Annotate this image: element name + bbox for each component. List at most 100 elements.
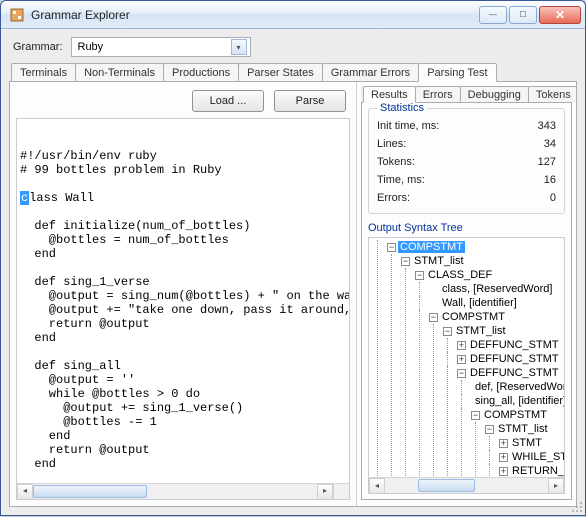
tree-label[interactable]: STMT (510, 437, 544, 449)
tree-label[interactable]: WHILE_STMT (510, 451, 565, 463)
titlebar[interactable]: Grammar Explorer — ☐ ✕ (1, 1, 585, 29)
code-editor[interactable]: #!/usr/bin/env ruby# 99 bottles problem … (16, 118, 350, 500)
expand-icon[interactable]: − (415, 271, 424, 280)
tab-errors[interactable]: Errors (415, 86, 461, 102)
tab-terminals[interactable]: Terminals (11, 63, 76, 81)
tree-label[interactable]: COMPSTMT (482, 409, 549, 421)
tree-node[interactable]: sing_all, [identifier] (457, 394, 562, 408)
scroll-left-icon[interactable]: ◂ (17, 484, 33, 500)
tree-node[interactable]: −COMPSTMT−STMT_list+DEFFUNC_STMT+DEFFUNC… (415, 310, 562, 494)
tab-debugging[interactable]: Debugging (460, 86, 529, 102)
tree-node[interactable]: −COMPSTMT−STMT_list−CLASS_DEFclass, [Res… (373, 240, 562, 494)
expand-icon[interactable]: − (401, 257, 410, 266)
tree-label[interactable]: DEFFUNC_STMT (468, 353, 561, 365)
tree-node[interactable]: −STMT_list+STMT+WHILE_STMT+RETURN_STMT (471, 422, 562, 478)
tab-parser-states[interactable]: Parser States (238, 63, 323, 81)
resize-grip-icon[interactable] (570, 500, 584, 514)
close-button[interactable]: ✕ (539, 6, 581, 24)
minimize-button[interactable]: — (479, 6, 507, 24)
expand-icon[interactable]: + (499, 439, 508, 448)
scroll-corner (333, 483, 349, 499)
tree-node[interactable]: +WHILE_STMT (485, 450, 562, 464)
stat-row: Init time, ms:343 (377, 117, 556, 135)
expand-icon[interactable]: + (499, 467, 508, 476)
tree-node[interactable]: Wall, [identifier] (415, 296, 562, 310)
left-pane: Load ... Parse #!/usr/bin/env ruby# 99 b… (10, 82, 356, 506)
stat-row: Time, ms:16 (377, 171, 556, 189)
expand-icon[interactable]: − (471, 411, 480, 420)
tree-label[interactable]: DEFFUNC_STMT (468, 367, 561, 379)
stat-value: 343 (538, 120, 556, 132)
tab-tokens[interactable]: Tokens (528, 86, 576, 102)
scroll-track[interactable] (385, 478, 548, 494)
expand-icon[interactable]: − (457, 369, 466, 378)
tree-node[interactable]: −STMT_list+DEFFUNC_STMT+DEFFUNC_STMT−DEF… (429, 324, 562, 494)
tab-productions[interactable]: Productions (163, 63, 239, 81)
tree-node[interactable]: −CLASS_DEFclass, [ReservedWord]Wall, [id… (401, 268, 562, 494)
tree-label[interactable]: STMT_list (412, 255, 466, 267)
tree-node[interactable]: −STMT_list−CLASS_DEFclass, [ReservedWord… (387, 254, 562, 494)
maximize-button[interactable]: ☐ (509, 6, 537, 24)
expand-icon[interactable]: − (485, 425, 494, 434)
grammar-select[interactable]: Ruby ▾ (71, 37, 251, 57)
grammar-row: Grammar: Ruby ▾ (9, 35, 577, 63)
grammar-value: Ruby (78, 41, 104, 53)
content-area: Grammar: Ruby ▾ TerminalsNon-TerminalsPr… (1, 29, 585, 515)
tab-grammar-errors[interactable]: Grammar Errors (322, 63, 419, 81)
tree-scrollbar[interactable]: ◂ ▸ (369, 477, 564, 493)
expand-icon[interactable]: − (443, 327, 452, 336)
tree-node[interactable]: +DEFFUNC_STMT (443, 352, 562, 366)
stat-value: 0 (550, 192, 556, 204)
tree-node[interactable]: +DEFFUNC_STMT (443, 338, 562, 352)
stat-row: Tokens:127 (377, 153, 556, 171)
tree-label[interactable]: class, [ReservedWord] (440, 283, 554, 295)
expand-icon[interactable]: + (457, 355, 466, 364)
tab-body: Load ... Parse #!/usr/bin/env ruby# 99 b… (9, 82, 577, 507)
tab-non-terminals[interactable]: Non-Terminals (75, 63, 164, 81)
stat-value: 34 (544, 138, 556, 150)
expand-icon[interactable]: − (429, 313, 438, 322)
syntax-tree[interactable]: −COMPSTMT−STMT_list−CLASS_DEFclass, [Res… (368, 237, 565, 494)
expand-icon[interactable]: + (457, 341, 466, 350)
main-tabs: TerminalsNon-TerminalsProductionsParser … (9, 63, 577, 82)
expand-icon[interactable]: − (387, 243, 396, 252)
stat-value: 127 (538, 156, 556, 168)
tree-label[interactable]: COMPSTMT (398, 241, 465, 253)
tree-label[interactable]: RETURN_STMT (510, 465, 565, 477)
tree-node[interactable]: −COMPSTMT−STMT_list+STMT+WHILE_STMT+RETU… (457, 408, 562, 478)
tree-label[interactable]: Wall, [identifier] (440, 297, 519, 309)
scrollbar-horizontal[interactable]: ◂ ▸ (17, 483, 333, 499)
window-title: Grammar Explorer (31, 8, 479, 22)
tree-node[interactable]: class, [ReservedWord] (415, 282, 562, 296)
parse-button[interactable]: Parse (274, 90, 346, 112)
tree-node[interactable]: +RETURN_STMT (485, 464, 562, 478)
tree-label[interactable]: DEFFUNC_STMT (468, 339, 561, 351)
tree-node[interactable]: +STMT (485, 436, 562, 450)
tab-results[interactable]: Results (363, 86, 416, 103)
tree-node[interactable]: −DEFFUNC_STMTdef, [ReservedWord]sing_all… (443, 366, 562, 492)
app-icon (9, 7, 25, 23)
load-button[interactable]: Load ... (192, 90, 264, 112)
tree-label[interactable]: def, [ReservedWord] (473, 381, 565, 393)
button-row: Load ... Parse (16, 88, 350, 118)
tab-parsing-test[interactable]: Parsing Test (418, 63, 496, 82)
tree-node[interactable]: def, [ReservedWord] (457, 380, 562, 394)
right-pane: ResultsErrorsDebuggingTokens Statistics … (356, 82, 576, 506)
scroll-track[interactable] (33, 484, 317, 500)
app-window: Grammar Explorer — ☐ ✕ Grammar: Ruby ▾ T… (0, 0, 586, 516)
scroll-thumb[interactable] (418, 479, 475, 492)
tree-label[interactable]: STMT_list (496, 423, 550, 435)
tree-label[interactable]: sing_all, [identifier] (473, 395, 565, 407)
stat-label: Lines: (377, 138, 406, 150)
expand-icon[interactable]: + (499, 453, 508, 462)
scroll-thumb[interactable] (33, 485, 147, 498)
tree-label[interactable]: CLASS_DEF (426, 269, 494, 281)
tree-label[interactable]: STMT_list (454, 325, 508, 337)
chevron-down-icon[interactable]: ▾ (231, 39, 247, 55)
scroll-right-icon[interactable]: ▸ (548, 478, 564, 494)
tree-label[interactable]: COMPSTMT (440, 311, 507, 323)
scroll-left-icon[interactable]: ◂ (369, 478, 385, 494)
tree-label[interactable]: DEFFUNC_STMT (468, 493, 561, 494)
scroll-right-icon[interactable]: ▸ (317, 484, 333, 500)
statistics-group: Statistics Init time, ms:343Lines:34Toke… (368, 108, 565, 214)
